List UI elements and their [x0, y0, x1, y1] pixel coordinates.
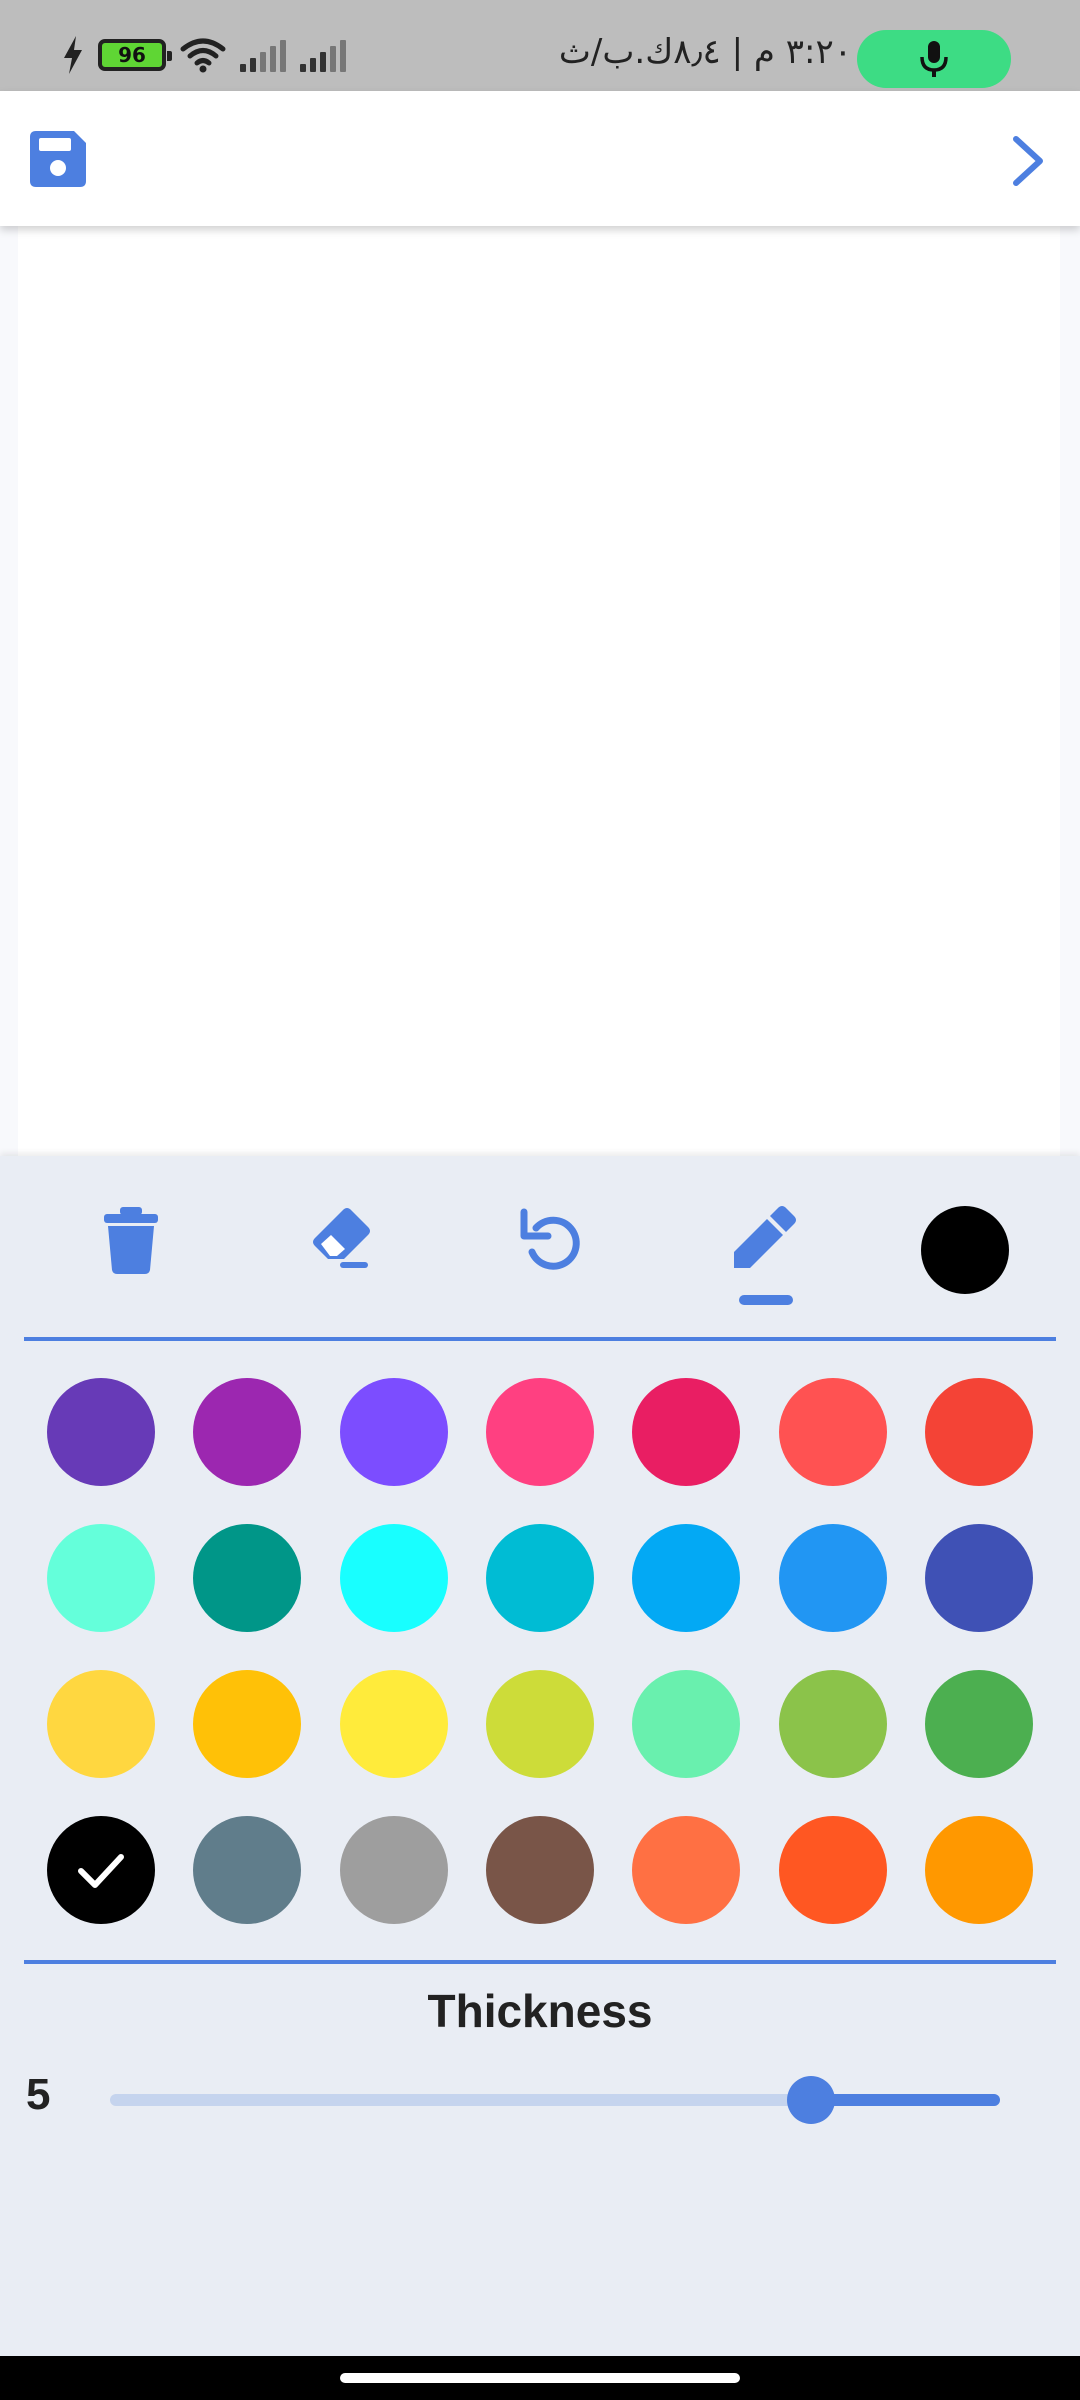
color-swatch[interactable] [632, 1816, 741, 1924]
color-swatch[interactable] [924, 1816, 1033, 1924]
checkmark-icon [78, 1854, 124, 1888]
drawing-surface[interactable] [18, 226, 1060, 1156]
status-bar: 96 ٣:٢٠ م | ٨٫٤ك.ب/ث [0, 0, 1080, 91]
color-swatch[interactable] [924, 1378, 1033, 1486]
undo-icon[interactable] [516, 1204, 586, 1274]
color-swatch[interactable] [632, 1524, 741, 1632]
eraser-icon[interactable] [306, 1204, 376, 1274]
color-swatch[interactable] [924, 1670, 1033, 1778]
color-swatch[interactable] [778, 1670, 887, 1778]
floppy-disk-icon[interactable] [30, 131, 86, 187]
microphone-icon [920, 41, 948, 77]
app-bar [0, 91, 1080, 226]
slider-thumb[interactable] [787, 2076, 835, 2124]
divider [24, 1960, 1056, 1964]
color-swatch[interactable] [47, 1816, 155, 1924]
color-swatch[interactable] [485, 1670, 594, 1778]
thickness-value: 5 [26, 2070, 51, 2119]
color-swatch[interactable] [193, 1816, 302, 1924]
color-swatch[interactable] [47, 1524, 155, 1632]
pencil-icon[interactable] [730, 1202, 800, 1272]
color-swatch[interactable] [193, 1524, 302, 1632]
color-swatch[interactable] [632, 1670, 741, 1778]
color-swatch[interactable] [193, 1670, 302, 1778]
status-time: ٣:٢٠ م | ٨٫٤ك.ب/ث [558, 32, 852, 72]
charging-icon [64, 36, 82, 74]
trash-icon[interactable] [96, 1204, 166, 1274]
signal-icon-1 [240, 38, 286, 72]
signal-icon-2 [300, 38, 346, 72]
color-swatch[interactable] [339, 1670, 448, 1778]
color-swatch[interactable] [632, 1378, 741, 1486]
color-swatch[interactable] [485, 1378, 594, 1486]
home-gesture-handle[interactable] [340, 2373, 740, 2383]
slider-fill [811, 2094, 1000, 2106]
mic-indicator[interactable] [857, 30, 1011, 88]
color-swatch[interactable] [485, 1816, 594, 1924]
color-swatch[interactable] [339, 1524, 448, 1632]
color-swatch[interactable] [778, 1524, 887, 1632]
divider [24, 1337, 1056, 1341]
current-color-swatch[interactable] [921, 1206, 1009, 1294]
battery-icon: 96 [98, 39, 172, 71]
status-icons: 96 [62, 36, 346, 74]
chevron-right-icon[interactable] [1008, 133, 1048, 189]
thickness-slider[interactable] [110, 2076, 1000, 2124]
navigation-bar [0, 2356, 1080, 2400]
tool-panel: Thickness 5 [0, 1156, 1080, 2356]
color-swatch[interactable] [339, 1378, 448, 1486]
drawing-canvas[interactable] [0, 226, 1080, 1156]
color-swatch[interactable] [193, 1378, 302, 1486]
color-swatch[interactable] [339, 1816, 448, 1924]
wifi-icon [180, 38, 226, 73]
selected-tool-indicator [739, 1295, 793, 1305]
battery-level: 96 [118, 43, 146, 67]
color-swatch[interactable] [778, 1378, 887, 1486]
thickness-title: Thickness [427, 1985, 653, 2037]
color-swatch[interactable] [778, 1816, 887, 1924]
color-swatch[interactable] [485, 1524, 594, 1632]
color-swatch[interactable] [924, 1524, 1033, 1632]
color-swatch[interactable] [47, 1378, 155, 1486]
color-swatch[interactable] [47, 1670, 155, 1778]
